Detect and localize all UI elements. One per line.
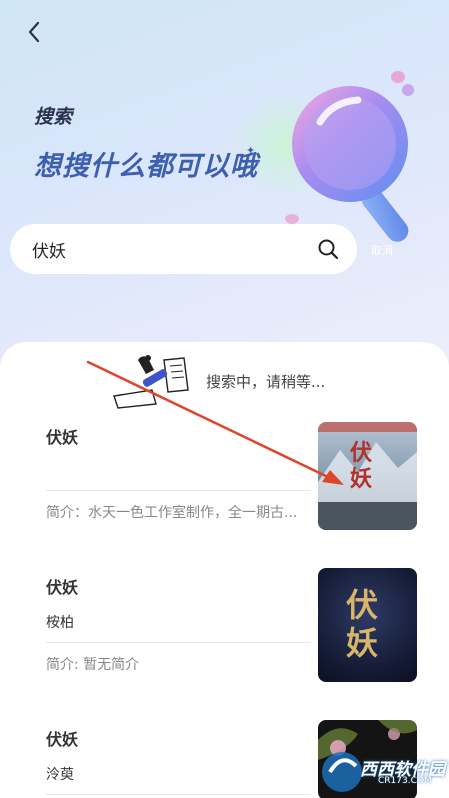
divider — [46, 642, 311, 643]
loading-indicator: 搜索中，请稍等... — [108, 352, 368, 410]
sparkle-icon: ✦ — [246, 144, 256, 157]
page-title: 搜索 — [34, 106, 73, 128]
back-button[interactable] — [18, 18, 50, 50]
writing-icon — [108, 352, 196, 410]
chevron-left-icon — [27, 21, 41, 47]
result-item-1[interactable]: 伏妖 简介：水天一色工作室制作，全一期古... 伏妖 — [46, 420, 418, 532]
result-title: 伏妖 — [46, 730, 79, 749]
search-icon[interactable] — [317, 238, 339, 260]
search-input[interactable]: 伏妖 — [10, 224, 357, 274]
result-title: 伏妖 — [46, 428, 79, 447]
divider — [46, 794, 311, 795]
watermark-sub: CR173.COM — [378, 776, 432, 786]
result-summary: 简介: 暂无简介 — [46, 657, 140, 673]
cover-title: 伏妖 — [350, 440, 373, 492]
result-author: 泠萸 — [46, 767, 74, 783]
book-cover[interactable]: 伏妖 — [318, 422, 417, 530]
book-cover[interactable]: 伏妖 — [318, 568, 417, 682]
result-summary: 简介：水天一色工作室制作，全一期古... — [46, 505, 298, 521]
page-slogan: 想搜什么都可以哦 — [34, 151, 258, 182]
cover-title: 伏妖 — [346, 586, 379, 662]
result-title: 伏妖 — [46, 578, 79, 597]
result-item-2[interactable]: 伏妖 桉柏 简介: 暂无简介 伏妖 — [46, 566, 418, 684]
cancel-button[interactable]: 取消 — [371, 242, 393, 258]
loading-text: 搜索中，请稍等... — [206, 372, 326, 391]
divider — [46, 490, 311, 491]
result-author: 桉柏 — [46, 615, 74, 631]
search-query-text: 伏妖 — [32, 241, 66, 262]
